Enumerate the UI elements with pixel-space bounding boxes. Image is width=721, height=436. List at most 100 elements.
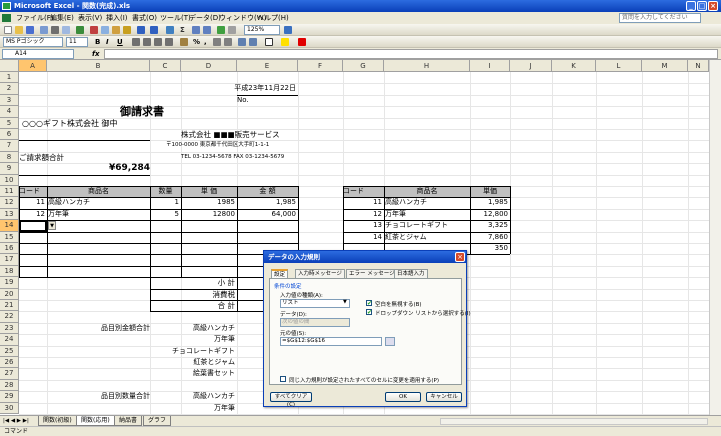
select-all-corner[interactable]: [0, 60, 19, 72]
sheet-tab-delivery[interactable]: 納品書: [114, 416, 143, 426]
invoice-no-label[interactable]: No.: [237, 95, 298, 106]
source-input[interactable]: =$G$12:$G$16: [280, 337, 382, 346]
ignore-blank-checkbox[interactable]: ✔: [366, 300, 372, 307]
row-header[interactable]: 28: [0, 379, 19, 392]
currency-icon[interactable]: [180, 38, 188, 46]
summary-item[interactable]: チョコレートギフト: [150, 346, 235, 357]
pricelist-code[interactable]: 11: [343, 197, 382, 208]
row-header[interactable]: 29: [0, 391, 19, 403]
redo-icon[interactable]: [150, 26, 158, 34]
row-header[interactable]: 1: [0, 72, 19, 84]
font-select[interactable]: MS Pゴシック: [3, 37, 63, 47]
cut-icon[interactable]: [90, 26, 98, 34]
active-cell[interactable]: [19, 220, 47, 232]
dropdown-arrow-icon[interactable]: ▼: [48, 221, 56, 231]
pricelist-code[interactable]: 13: [343, 220, 382, 231]
pricelist-header-code[interactable]: コード: [343, 186, 383, 197]
row-header[interactable]: 11: [0, 186, 19, 198]
print-preview-icon[interactable]: [62, 26, 70, 34]
item-price[interactable]: 1985: [181, 197, 235, 208]
menu-insert[interactable]: 挿入(I): [104, 12, 130, 24]
row-header[interactable]: 4: [0, 106, 19, 118]
dropdown-checkbox[interactable]: ✔: [366, 309, 372, 316]
fx-icon[interactable]: fx: [92, 48, 100, 60]
row-header[interactable]: 24: [0, 334, 19, 346]
header-code[interactable]: コード: [19, 186, 47, 197]
summary-item[interactable]: 紅茶とジャム: [150, 357, 235, 368]
row-header[interactable]: 27: [0, 368, 19, 380]
fill-color-icon[interactable]: [281, 38, 289, 46]
column-header[interactable]: D: [181, 60, 237, 72]
row-header[interactable]: 26: [0, 357, 19, 369]
zoom-select[interactable]: 125%: [244, 25, 280, 35]
align-center-icon[interactable]: [143, 38, 151, 46]
cancel-button[interactable]: キャンセル: [426, 392, 462, 402]
header-price[interactable]: 単 価: [181, 186, 237, 197]
maximize-icon[interactable]: □: [697, 1, 707, 11]
header-name[interactable]: 商品名: [47, 186, 150, 197]
summary-qty-item[interactable]: 万年筆: [150, 403, 235, 414]
row-header[interactable]: 25: [0, 345, 19, 357]
borders-icon[interactable]: [265, 38, 273, 46]
increase-decimal-icon[interactable]: [213, 38, 221, 46]
pricelist-price[interactable]: 1,985: [470, 197, 508, 208]
menu-view[interactable]: 表示(V): [76, 12, 104, 24]
column-header[interactable]: K: [552, 60, 596, 72]
permission-icon[interactable]: [40, 26, 48, 34]
name-box[interactable]: A14: [2, 49, 74, 59]
summary-qty-item[interactable]: 高級ハンカチ: [150, 391, 235, 402]
row-header[interactable]: 30: [0, 402, 19, 414]
align-right-icon[interactable]: [154, 38, 162, 46]
row-header[interactable]: 13: [0, 208, 19, 221]
pricelist-code[interactable]: 12: [343, 209, 382, 220]
row-header[interactable]: 18: [0, 265, 19, 278]
formula-input[interactable]: [104, 49, 718, 59]
item-name[interactable]: 万年筆: [48, 209, 148, 220]
row-header[interactable]: 15: [0, 231, 19, 243]
increase-indent-icon[interactable]: [249, 38, 257, 46]
row-header[interactable]: 23: [0, 322, 19, 335]
sheet-tab-chart[interactable]: グラフ: [143, 416, 172, 426]
column-header[interactable]: N: [688, 60, 709, 72]
paste-icon[interactable]: [112, 26, 120, 34]
item-code[interactable]: 12: [19, 209, 45, 220]
pricelist-name[interactable]: 万年筆: [385, 209, 469, 220]
summary-item[interactable]: 高級ハンカチ: [150, 323, 235, 334]
help-icon[interactable]: [284, 26, 292, 34]
horizontal-scrollbar[interactable]: [440, 418, 708, 425]
company-address[interactable]: 〒100-0000 東京都千代田区大手町1-1-1: [166, 140, 298, 151]
range-picker-icon[interactable]: [385, 337, 395, 346]
undo-icon[interactable]: [137, 26, 145, 34]
pricelist-price[interactable]: 12,800: [470, 209, 509, 220]
item-total[interactable]: 64,000: [237, 209, 297, 220]
row-header[interactable]: 9: [0, 163, 19, 175]
pricelist-header-price[interactable]: 単価: [470, 186, 510, 197]
autosum-icon[interactable]: Σ: [180, 25, 185, 35]
copy-icon[interactable]: [101, 26, 109, 34]
item-code[interactable]: 11: [19, 197, 45, 208]
open-icon[interactable]: [15, 26, 23, 34]
pricelist-price[interactable]: 7,860: [470, 232, 508, 243]
amount-total[interactable]: ¥69,284: [75, 163, 150, 174]
menu-edit[interactable]: 編集(E): [48, 12, 76, 24]
column-header[interactable]: M: [642, 60, 688, 72]
allow-select[interactable]: リスト: [280, 299, 350, 308]
row-header[interactable]: 19: [0, 277, 19, 289]
column-header[interactable]: I: [470, 60, 510, 72]
decrease-indent-icon[interactable]: [238, 38, 246, 46]
column-header[interactable]: B: [47, 60, 150, 72]
print-icon[interactable]: [51, 26, 59, 34]
align-left-icon[interactable]: [132, 38, 140, 46]
row-header[interactable]: 7: [0, 140, 19, 152]
invoice-date[interactable]: 平成23年11月22日: [210, 83, 296, 94]
vertical-scrollbar[interactable]: [709, 60, 721, 415]
column-header[interactable]: H: [384, 60, 470, 72]
row-header[interactable]: 6: [0, 129, 19, 141]
menu-format[interactable]: 書式(O): [130, 12, 159, 24]
sheet-tab-advanced[interactable]: 関数(応用): [76, 416, 115, 426]
percent-button[interactable]: %: [193, 37, 200, 47]
summary-item[interactable]: 絵葉書セット: [150, 368, 235, 379]
item-qty[interactable]: 5: [150, 209, 179, 220]
row-header[interactable]: 12: [0, 197, 19, 209]
row-header[interactable]: 17: [0, 254, 19, 266]
